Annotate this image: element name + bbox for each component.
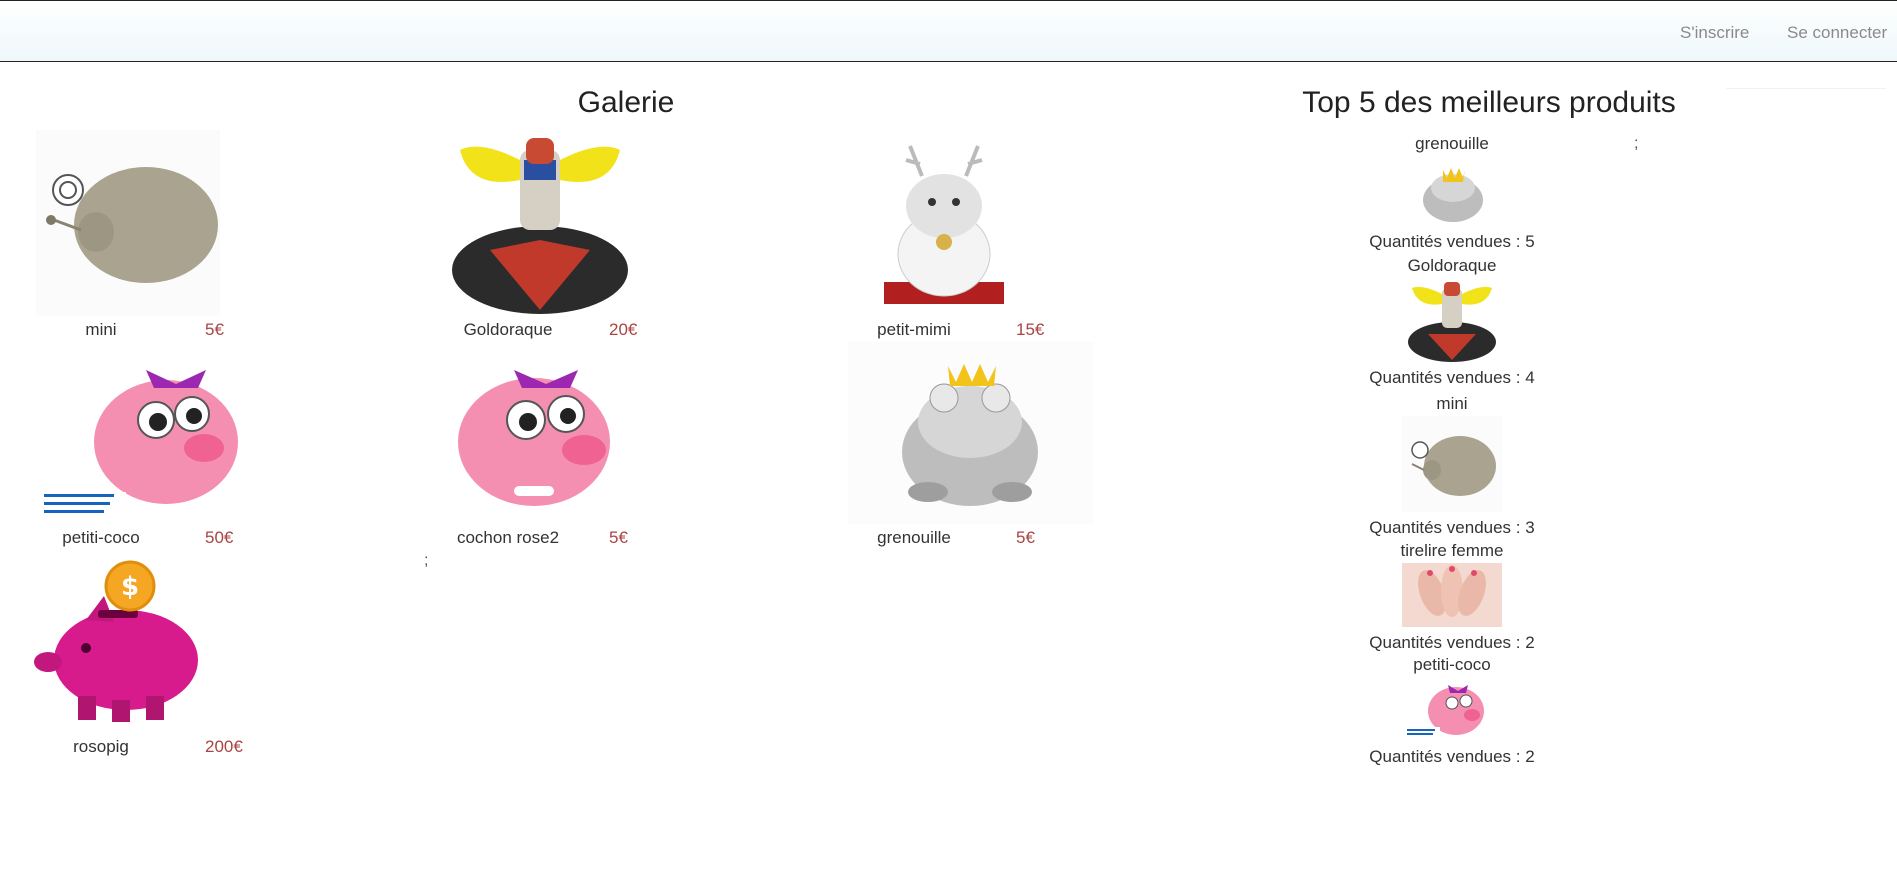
stray-semicolon: ; (1634, 135, 1639, 152)
product-image-rosopig[interactable]: $ (34, 560, 220, 728)
top-item-name: petiti-coco (1413, 655, 1491, 674)
product-name: petit-mimi (877, 320, 951, 339)
product-price: 15€ (1016, 320, 1045, 339)
product-image-mini[interactable] (36, 130, 220, 316)
top-item[interactable]: tirelire femme Quantités vendues : 2 (1352, 541, 1552, 653)
svg-text:$: $ (121, 572, 139, 602)
top-item-name: tirelire femme (1400, 541, 1504, 560)
signup-link[interactable]: S'inscrire (1680, 23, 1749, 43)
product-price: 5€ (609, 528, 628, 547)
top-item-quantity: Quantités vendues : 5 (1369, 232, 1535, 251)
product-image-goldoraque[interactable] (440, 130, 640, 316)
product-price: 200€ (205, 737, 243, 756)
product-name: cochon rose2 (456, 528, 560, 547)
top-item-image[interactable] (1402, 416, 1502, 512)
top-item-image[interactable] (1407, 156, 1497, 226)
top-navbar: S'inscrire Se connecter (0, 0, 1897, 62)
top-item-image[interactable] (1402, 278, 1502, 362)
product-image-cochon-rose2[interactable] (434, 342, 624, 524)
top-item-name: grenouille (1415, 134, 1489, 153)
product-image-petiti-coco[interactable] (36, 342, 260, 524)
product-image-grenouille[interactable] (848, 342, 1094, 524)
top-item[interactable]: petiti-coco Quantités vendues : 2 (1352, 655, 1552, 767)
login-link[interactable]: Se connecter (1787, 23, 1887, 43)
product-name: rosopig (73, 737, 129, 756)
product-name: petiti-coco (62, 528, 140, 547)
stray-semicolon: ; (424, 552, 429, 569)
top-item[interactable]: Goldoraque Quantités vendues : 4 (1352, 256, 1552, 388)
top-item-quantity: Quantités vendues : 4 (1369, 368, 1535, 387)
product-price: 50€ (205, 528, 234, 547)
top-item-image[interactable] (1402, 563, 1502, 627)
top-item-name: Goldoraque (1407, 256, 1497, 275)
top-item-image[interactable] (1402, 677, 1502, 741)
gallery-title: Galerie (577, 86, 675, 119)
product-price: 20€ (609, 320, 638, 339)
top5-title: Top 5 des meilleurs produits (1302, 86, 1676, 119)
product-name: grenouille (877, 528, 951, 547)
product-price: 5€ (1016, 528, 1035, 547)
top-item[interactable]: grenouille Quantités vendues : 5 (1352, 134, 1552, 252)
product-image-petit-mimi[interactable] (854, 134, 1034, 316)
top-item-quantity: Quantités vendues : 2 (1369, 747, 1535, 766)
top-item-name: mini (1436, 394, 1468, 413)
top-item-quantity: Quantités vendues : 2 (1369, 633, 1535, 652)
divider (1726, 88, 1886, 89)
product-price: 5€ (205, 320, 224, 339)
product-name: mini (85, 320, 117, 339)
top-item-quantity: Quantités vendues : 3 (1369, 518, 1535, 537)
product-name: Goldoraque (463, 320, 553, 339)
top-item[interactable]: mini Quantités vendues : 3 (1352, 394, 1552, 538)
